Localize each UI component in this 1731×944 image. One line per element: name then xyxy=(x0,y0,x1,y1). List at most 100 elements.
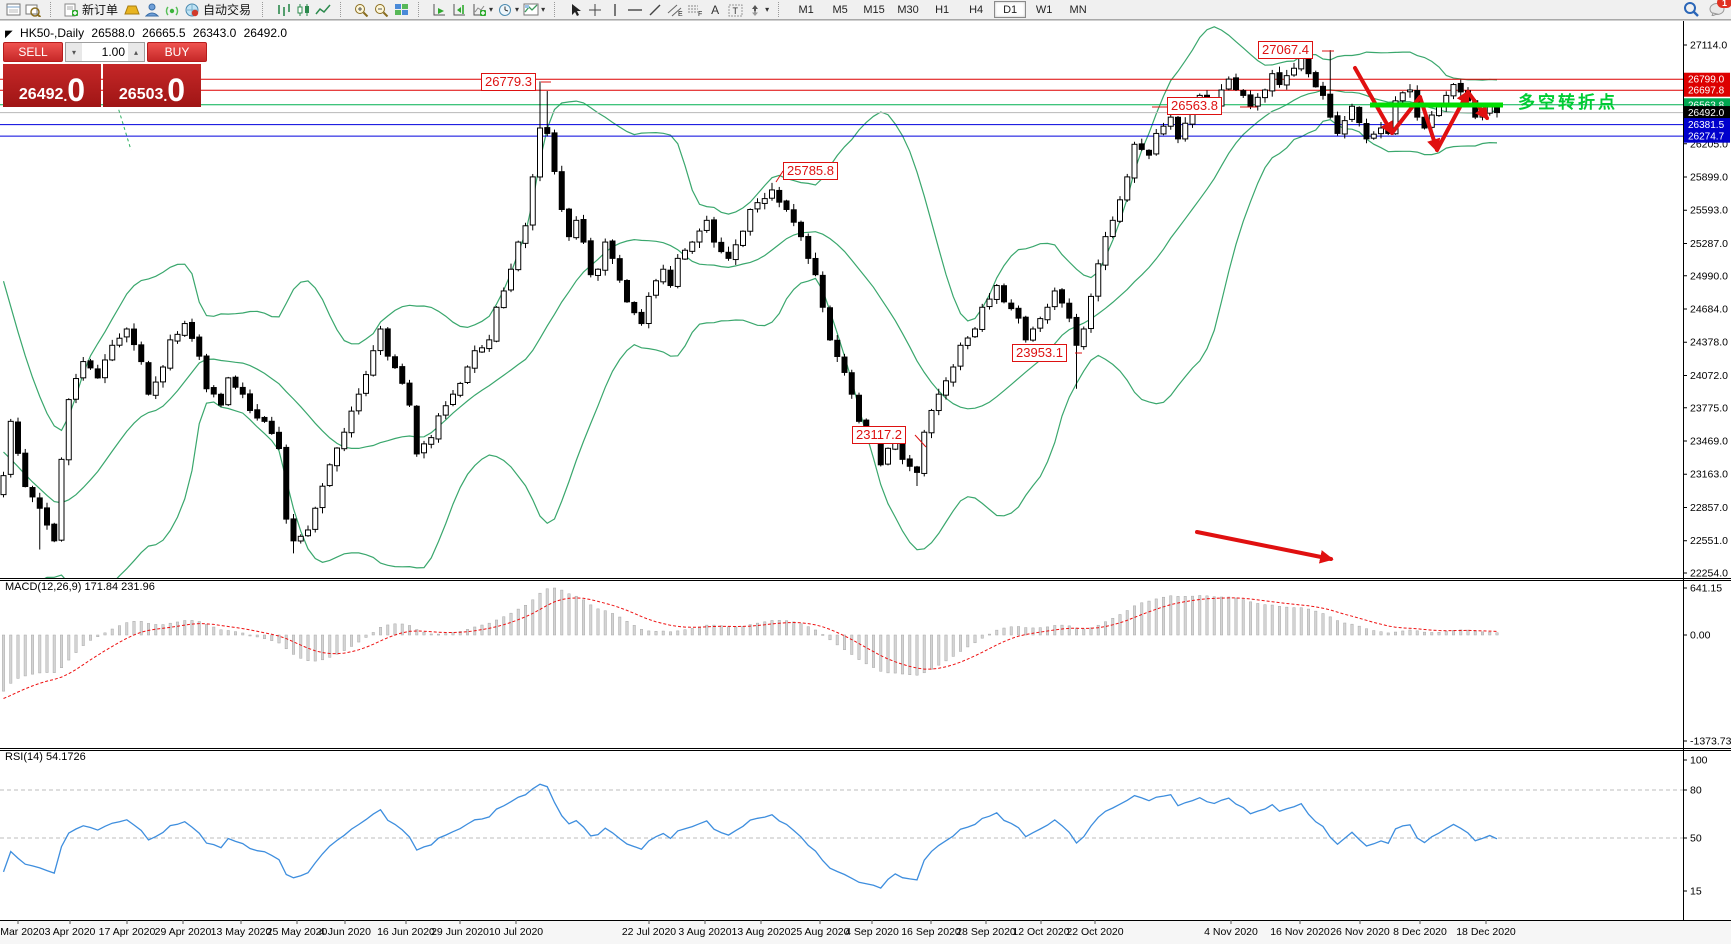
date-axis-label: 29 Jun 2020 xyxy=(431,926,489,938)
price-badge-label: 26697.8 xyxy=(1688,86,1725,97)
turning-point-note[interactable]: 多空转折点 xyxy=(1518,88,1618,113)
timeframe-w1[interactable]: W1 xyxy=(1028,1,1060,18)
indicators-add-icon[interactable] xyxy=(469,2,489,18)
price-annotation-27067[interactable]: 27067.4 xyxy=(1258,41,1313,59)
buy-price-int: 26503 xyxy=(119,86,164,104)
svg-text:F: F xyxy=(698,11,702,17)
autotrading-label[interactable]: 自动交易 xyxy=(203,1,251,18)
toolbar-group-chart-tools: ▾ ▾ ▾ xyxy=(426,0,550,19)
date-axis-label: 4 Sep 2020 xyxy=(845,926,899,938)
chart-shift-icon[interactable] xyxy=(449,2,469,18)
toolbar-group-drawing: E F A T ▾ xyxy=(562,0,774,19)
tile-windows-icon[interactable] xyxy=(391,2,411,18)
bar-chart-type-icon[interactable] xyxy=(273,2,293,18)
autotrading-icon[interactable] xyxy=(182,2,202,18)
timeframe-group: M1M5M15M30H1H4D1W1MN xyxy=(786,0,1098,19)
buy-price-display[interactable]: 26503.0 xyxy=(103,64,201,107)
toolbar-separator xyxy=(418,2,424,17)
volume-decrease-button[interactable]: ▾ xyxy=(66,43,82,61)
date-axis-label: 26 Nov 2020 xyxy=(1330,926,1390,938)
price-annotation-23953[interactable]: 23953.1 xyxy=(1012,344,1067,362)
date-axis-label: 3 Apr 2020 xyxy=(45,926,96,938)
low-value: 26343.0 xyxy=(193,26,236,40)
price-annotation-25785[interactable]: 25785.8 xyxy=(783,162,838,180)
price-axis-label: 24990.0 xyxy=(1690,270,1728,282)
templates-icon[interactable] xyxy=(521,2,541,18)
panel-toggle-arrow[interactable]: ◤ xyxy=(5,29,13,40)
toolbar-group-chart-type xyxy=(270,0,336,19)
rsi-indicator-label: RSI(14) 54.1726 xyxy=(3,751,88,763)
period-clock-icon[interactable] xyxy=(495,2,515,18)
macd-axis-label: 0.00 xyxy=(1690,630,1711,642)
trendline-tool-icon[interactable] xyxy=(645,2,665,18)
templates-dropdown-caret[interactable]: ▾ xyxy=(541,5,545,14)
volume-increase-button[interactable]: ▴ xyxy=(128,43,144,61)
toolbar-group-zoom xyxy=(348,0,414,19)
date-axis-label: 22 Oct 2020 xyxy=(1066,926,1123,938)
signal-icon[interactable] xyxy=(162,2,182,18)
indicators-dropdown-caret[interactable]: ▾ xyxy=(489,5,493,14)
date-axis-label: 4 Mar 2020 xyxy=(0,926,45,938)
notification-badge: 1 xyxy=(1717,0,1731,8)
timeframe-h4[interactable]: H4 xyxy=(960,1,992,18)
text-tool-icon[interactable]: A xyxy=(705,2,725,18)
equidistant-channel-tool-icon[interactable]: E xyxy=(665,2,685,18)
chart-window-icon[interactable] xyxy=(3,2,23,18)
price-axis-label: 27114.0 xyxy=(1690,40,1727,52)
text-label-tool-icon[interactable]: T xyxy=(725,2,745,18)
timeframe-m5[interactable]: M5 xyxy=(824,1,856,18)
date-axis-label: 22 Jul 2020 xyxy=(622,926,676,938)
vertical-line-tool-icon[interactable] xyxy=(605,2,625,18)
volume-input[interactable] xyxy=(82,43,128,61)
zoom-in-icon[interactable] xyxy=(351,2,371,18)
arrows-tool-icon[interactable] xyxy=(745,2,765,18)
line-chart-type-icon[interactable] xyxy=(313,2,333,18)
zoom-out-icon[interactable] xyxy=(371,2,391,18)
crosshair-icon[interactable] xyxy=(585,2,605,18)
price-annotation-26563[interactable]: 26563.8 xyxy=(1167,97,1222,115)
price-badge-label: 26274.7 xyxy=(1688,132,1725,143)
timeframe-d1[interactable]: D1 xyxy=(994,1,1026,18)
date-axis-label: 10 Jul 2020 xyxy=(489,926,543,938)
timeframe-h1[interactable]: H1 xyxy=(926,1,958,18)
profiles-icon[interactable] xyxy=(23,2,43,18)
new-order-icon[interactable] xyxy=(61,2,81,18)
timeframe-mn[interactable]: MN xyxy=(1062,1,1094,18)
ingot-icon[interactable] xyxy=(122,2,142,18)
macd-axis-label: -1373.73 xyxy=(1690,736,1731,748)
macd-axis-label: 641.15 xyxy=(1690,583,1722,595)
price-annotation-26779[interactable]: 26779.3 xyxy=(481,73,536,91)
buy-price-frac: 0 xyxy=(167,76,185,104)
new-order-label[interactable]: 新订单 xyxy=(82,1,118,18)
arrows-dropdown-caret[interactable]: ▾ xyxy=(765,5,769,14)
macd-indicator-label: MACD(12,26,9) 171.84 231.96 xyxy=(3,581,157,593)
cursor-icon[interactable] xyxy=(565,2,585,18)
toolbar: 新订单 自动交易 xyxy=(0,0,1731,20)
fibonacci-tool-icon[interactable]: F xyxy=(685,2,705,18)
horizontal-line-tool-icon[interactable] xyxy=(625,2,645,18)
price-axis-label: 25899.0 xyxy=(1690,172,1728,184)
price-axis-label: 23469.0 xyxy=(1690,436,1728,448)
toolbar-separator xyxy=(262,2,268,17)
price-axis-label: 22857.0 xyxy=(1690,502,1728,514)
timeframe-m15[interactable]: M15 xyxy=(858,1,890,18)
price-chart[interactable]: 27114.026205.025899.025593.025287.024990… xyxy=(0,0,1731,944)
buy-button[interactable]: BUY xyxy=(147,42,207,62)
price-annotation-23117[interactable]: 23117.2 xyxy=(852,426,906,444)
account-icon[interactable] xyxy=(142,2,162,18)
search-icon[interactable] xyxy=(1681,1,1701,17)
price-axis-label: 24684.0 xyxy=(1690,304,1728,316)
toolbar-separator xyxy=(778,2,784,17)
sell-button[interactable]: SELL xyxy=(3,42,63,62)
notifications-icon[interactable]: 1 xyxy=(1707,1,1727,17)
period-dropdown-caret[interactable]: ▾ xyxy=(515,5,519,14)
timeframe-m1[interactable]: M1 xyxy=(790,1,822,18)
autoscroll-icon[interactable] xyxy=(429,2,449,18)
price-axis-label: 23163.0 xyxy=(1690,469,1728,481)
close-value: 26492.0 xyxy=(244,26,287,40)
timeframe-m30[interactable]: M30 xyxy=(892,1,924,18)
sell-price-display[interactable]: 26492.0 xyxy=(3,64,101,107)
mt4-trading-terminal: 新订单 自动交易 xyxy=(0,0,1731,944)
toolbar-group-windows xyxy=(0,0,46,19)
candlestick-chart-type-icon[interactable] xyxy=(293,2,313,18)
